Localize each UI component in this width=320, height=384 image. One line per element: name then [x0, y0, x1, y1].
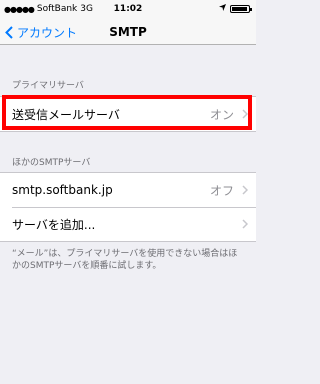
section-header-primary: プライマリサーバ [12, 81, 84, 91]
navigation-bar: アカウント SMTP [0, 20, 256, 45]
smtp-server-status: オフ [209, 183, 234, 198]
chevron-right-icon [242, 219, 248, 229]
add-server-row[interactable]: サーバを追加... [0, 207, 256, 241]
battery-icon [230, 5, 252, 13]
chevron-right-icon [242, 185, 248, 195]
page-title: SMTP [109, 25, 147, 39]
footer-note: “メール”は、プライマリサーバを使用できない場合はほかのSMTPサーバを順番に試… [12, 249, 238, 271]
status-time: 11:02 [113, 4, 143, 14]
smtp-server-row[interactable]: smtp.softbank.jp オフ [0, 173, 256, 207]
status-right [219, 4, 252, 14]
add-server-label: サーバを追加... [12, 217, 96, 232]
section-header-other: ほかのSMTPサーバ [12, 158, 91, 168]
other-servers-group: smtp.softbank.jp オフ サーバを追加... [0, 172, 256, 242]
highlight-box [2, 95, 252, 130]
location-arrow-icon [219, 4, 226, 14]
smtp-server-label: smtp.softbank.jp [12, 183, 113, 197]
status-bar: ●●●●● SoftBank 3G 11:02 [0, 0, 256, 20]
